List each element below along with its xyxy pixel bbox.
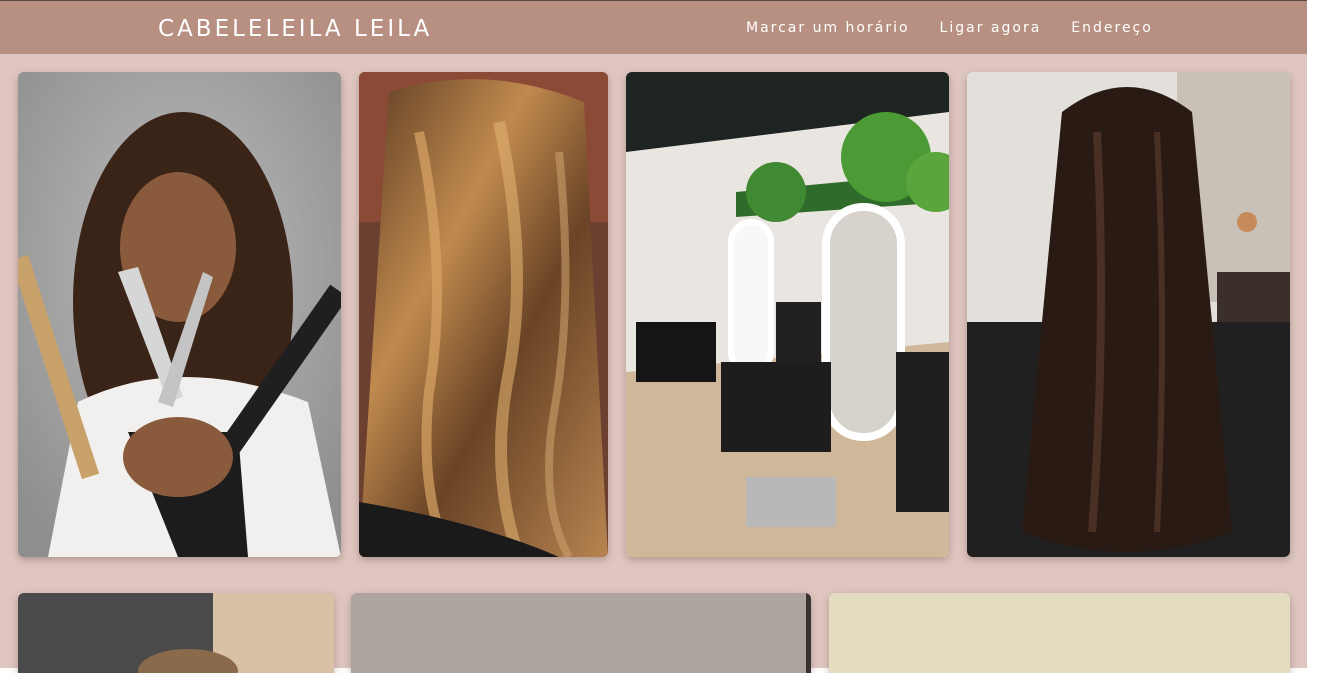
nav-address-link[interactable]: Endereço [1071, 20, 1153, 36]
stylist-photo-image [18, 72, 341, 557]
straight-hair-photo-image [967, 72, 1290, 557]
brand-logo-text[interactable]: CABELELEILA LEILA [158, 16, 432, 42]
gallery-photo-stylist[interactable] [18, 72, 341, 557]
row2-photo-3-image [829, 593, 1290, 673]
nav-call-now-link[interactable]: Ligar agora [940, 20, 1042, 36]
nav-book-appointment-link[interactable]: Marcar um horário [746, 20, 910, 36]
gallery-photo-row2-2[interactable] [351, 593, 811, 673]
gallery-photo-balayage[interactable] [359, 72, 608, 557]
page: CABELELEILA LEILA Marcar um horário Liga… [0, 0, 1307, 673]
salon-interior-photo-image [626, 72, 949, 557]
gallery-photo-row2-1[interactable] [18, 593, 334, 673]
row2-photo-2-image [351, 593, 811, 673]
balayage-photo-image [359, 72, 608, 557]
gallery-photo-row2-3[interactable] [829, 593, 1290, 673]
gallery-photo-straight-hair[interactable] [967, 72, 1290, 557]
gallery-photo-salon-interior[interactable] [626, 72, 949, 557]
row2-photo-1-image [18, 593, 334, 673]
main-nav: Marcar um horário Ligar agora Endereço [746, 20, 1153, 36]
top-navbar: CABELELEILA LEILA Marcar um horário Liga… [0, 0, 1307, 54]
